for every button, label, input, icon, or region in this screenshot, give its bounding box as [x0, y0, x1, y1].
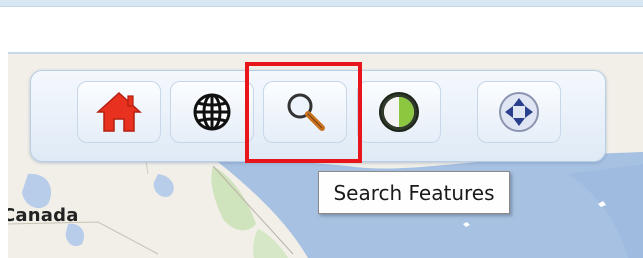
magnifier-icon — [287, 93, 325, 131]
globe-icon — [193, 93, 231, 131]
half-circle-icon — [379, 92, 419, 132]
map-place-label: Canada — [8, 205, 79, 226]
overview-map-button[interactable] — [357, 81, 441, 143]
header-strip — [0, 0, 643, 7]
search-tooltip: Search Features — [318, 171, 510, 214]
home-button[interactable] — [77, 81, 161, 143]
pan-button[interactable] — [477, 81, 561, 143]
pan-arrows-icon — [499, 92, 539, 132]
basemap-globe-button[interactable] — [170, 81, 254, 143]
search-features-button[interactable] — [263, 81, 347, 143]
home-icon — [96, 91, 142, 132]
